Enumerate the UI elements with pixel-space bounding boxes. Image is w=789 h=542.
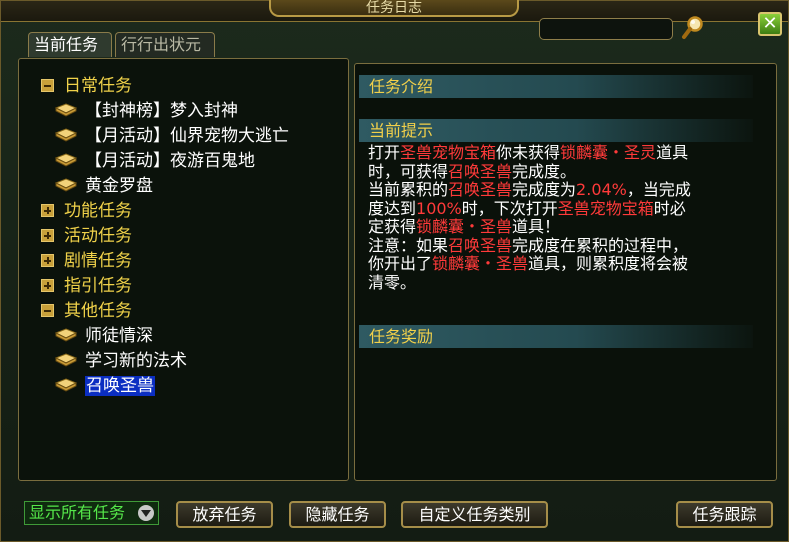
quest-filter-label: 显示所有任务 bbox=[29, 503, 126, 522]
hint-highlight: 100% bbox=[416, 198, 462, 218]
collapse-icon[interactable] bbox=[41, 79, 54, 92]
hint-highlight: 召唤圣兽 bbox=[448, 235, 513, 255]
hint-highlight: 圣兽宠物宝箱 bbox=[557, 198, 654, 218]
track-quest-button[interactable]: 任务跟踪 bbox=[676, 501, 773, 528]
hint-segment: 注意：如果 bbox=[368, 235, 449, 255]
abandon-quest-button[interactable]: 放弃任务 bbox=[176, 501, 273, 528]
hint-segment: 打开 bbox=[368, 143, 401, 162]
quest-filter-dropdown[interactable]: 显示所有任务 bbox=[24, 501, 159, 525]
hint-segment: 当前累积的 bbox=[368, 180, 449, 199]
tree-quest-item[interactable]: 学习新的法术 bbox=[54, 350, 187, 372]
tree-category[interactable]: 指引任务 bbox=[41, 275, 132, 297]
tab-profession-quests[interactable]: 行行出状元 bbox=[115, 32, 215, 57]
quest-book-icon bbox=[54, 377, 78, 393]
quest-book-icon bbox=[54, 352, 78, 368]
tree-quest-label: 黄金罗盘 bbox=[85, 176, 153, 196]
tree-quest-item[interactable]: 【月活动】仙界宠物大逃亡 bbox=[54, 125, 289, 147]
hint-highlight: 2.04% bbox=[576, 180, 627, 199]
search-icon[interactable] bbox=[681, 15, 705, 41]
hide-quest-button[interactable]: 隐藏任务 bbox=[289, 501, 386, 528]
expand-icon[interactable] bbox=[41, 279, 54, 292]
close-button[interactable]: ✕ bbox=[758, 12, 782, 36]
quest-book-icon bbox=[54, 127, 78, 143]
hint-highlight: 锁麟囊・圣兽 bbox=[416, 217, 513, 236]
tree-quest-item[interactable]: 【月活动】夜游百鬼地 bbox=[54, 150, 255, 172]
tree-category[interactable]: 其他任务 bbox=[41, 300, 132, 322]
tree-quest-item[interactable]: 召唤圣兽 bbox=[54, 375, 155, 397]
quest-book-icon bbox=[54, 327, 78, 343]
tree-quest-label: 师徒情深 bbox=[85, 326, 153, 346]
expand-icon[interactable] bbox=[41, 254, 54, 267]
search-input[interactable] bbox=[539, 18, 673, 40]
chevron-down-icon bbox=[138, 505, 154, 521]
quest-log-window: 任务日志 ✕ 当前任务 行行出状元 日常任务【封神榜】梦入封神【月活动】仙界宠物… bbox=[0, 0, 789, 542]
tree-category-label: 日常任务 bbox=[64, 76, 132, 96]
close-icon: ✕ bbox=[762, 13, 778, 34]
tree-category-label: 功能任务 bbox=[64, 201, 132, 221]
tab-current-quests[interactable]: 当前任务 bbox=[28, 32, 112, 57]
window-title: 任务日志 bbox=[269, 0, 519, 17]
quest-book-icon bbox=[54, 152, 78, 168]
tree-quest-item[interactable]: 师徒情深 bbox=[54, 325, 153, 347]
hint-highlight: 锁麟囊・圣兽 bbox=[432, 254, 529, 273]
expand-icon[interactable] bbox=[41, 204, 54, 217]
tree-category-label: 剧情任务 bbox=[64, 251, 132, 271]
tree-quest-label: 召唤圣兽 bbox=[85, 376, 155, 396]
hint-highlight: 圣兽宠物宝箱 bbox=[400, 143, 497, 162]
hint-segment: 完成度。 bbox=[512, 161, 577, 181]
tree-category[interactable]: 活动任务 bbox=[41, 225, 132, 247]
reward-header: 任务奖励 bbox=[359, 325, 753, 348]
tree-quest-item[interactable]: 黄金罗盘 bbox=[54, 175, 153, 197]
hint-segment: 时，下次打开 bbox=[461, 198, 558, 218]
hint-highlight: 锁麟囊・圣灵 bbox=[560, 143, 657, 162]
tree-category[interactable]: 日常任务 bbox=[41, 75, 132, 97]
hint-segment: 完成度为 bbox=[512, 180, 577, 199]
custom-category-button[interactable]: 自定义任务类别 bbox=[401, 501, 548, 528]
tree-category[interactable]: 功能任务 bbox=[41, 200, 132, 222]
quest-book-icon bbox=[54, 177, 78, 193]
tree-quest-label: 【月活动】仙界宠物大逃亡 bbox=[85, 126, 289, 146]
quest-tree-panel: 日常任务【封神榜】梦入封神【月活动】仙界宠物大逃亡 【月活动】夜游百鬼地 黄金罗盘功… bbox=[18, 58, 349, 481]
tree-quest-item[interactable]: 【封神榜】梦入封神 bbox=[54, 100, 238, 122]
expand-icon[interactable] bbox=[41, 229, 54, 242]
tree-quest-label: 【封神榜】梦入封神 bbox=[85, 101, 238, 121]
tree-category[interactable]: 剧情任务 bbox=[41, 250, 132, 272]
intro-header: 任务介绍 bbox=[359, 75, 753, 98]
hint-header: 当前提示 bbox=[359, 119, 753, 142]
tree-quest-label: 【月活动】夜游百鬼地 bbox=[85, 151, 255, 171]
hint-text: 打开圣兽宠物宝箱你未获得锁麟囊・圣灵道具时，可获得召唤圣兽完成度。 当前累积的召唤… bbox=[368, 143, 698, 292]
hint-highlight: 召唤圣兽 bbox=[448, 180, 513, 199]
hint-segment: 你未获得 bbox=[496, 143, 561, 162]
tree-category-label: 指引任务 bbox=[64, 276, 132, 296]
collapse-icon[interactable] bbox=[41, 304, 54, 317]
hint-segment: 道具！ bbox=[512, 217, 561, 236]
tree-category-label: 其他任务 bbox=[64, 301, 132, 321]
tree-category-label: 活动任务 bbox=[64, 226, 132, 246]
quest-book-icon bbox=[54, 102, 78, 118]
hint-highlight: 召唤圣兽 bbox=[448, 161, 513, 181]
tree-quest-label: 学习新的法术 bbox=[85, 351, 187, 371]
